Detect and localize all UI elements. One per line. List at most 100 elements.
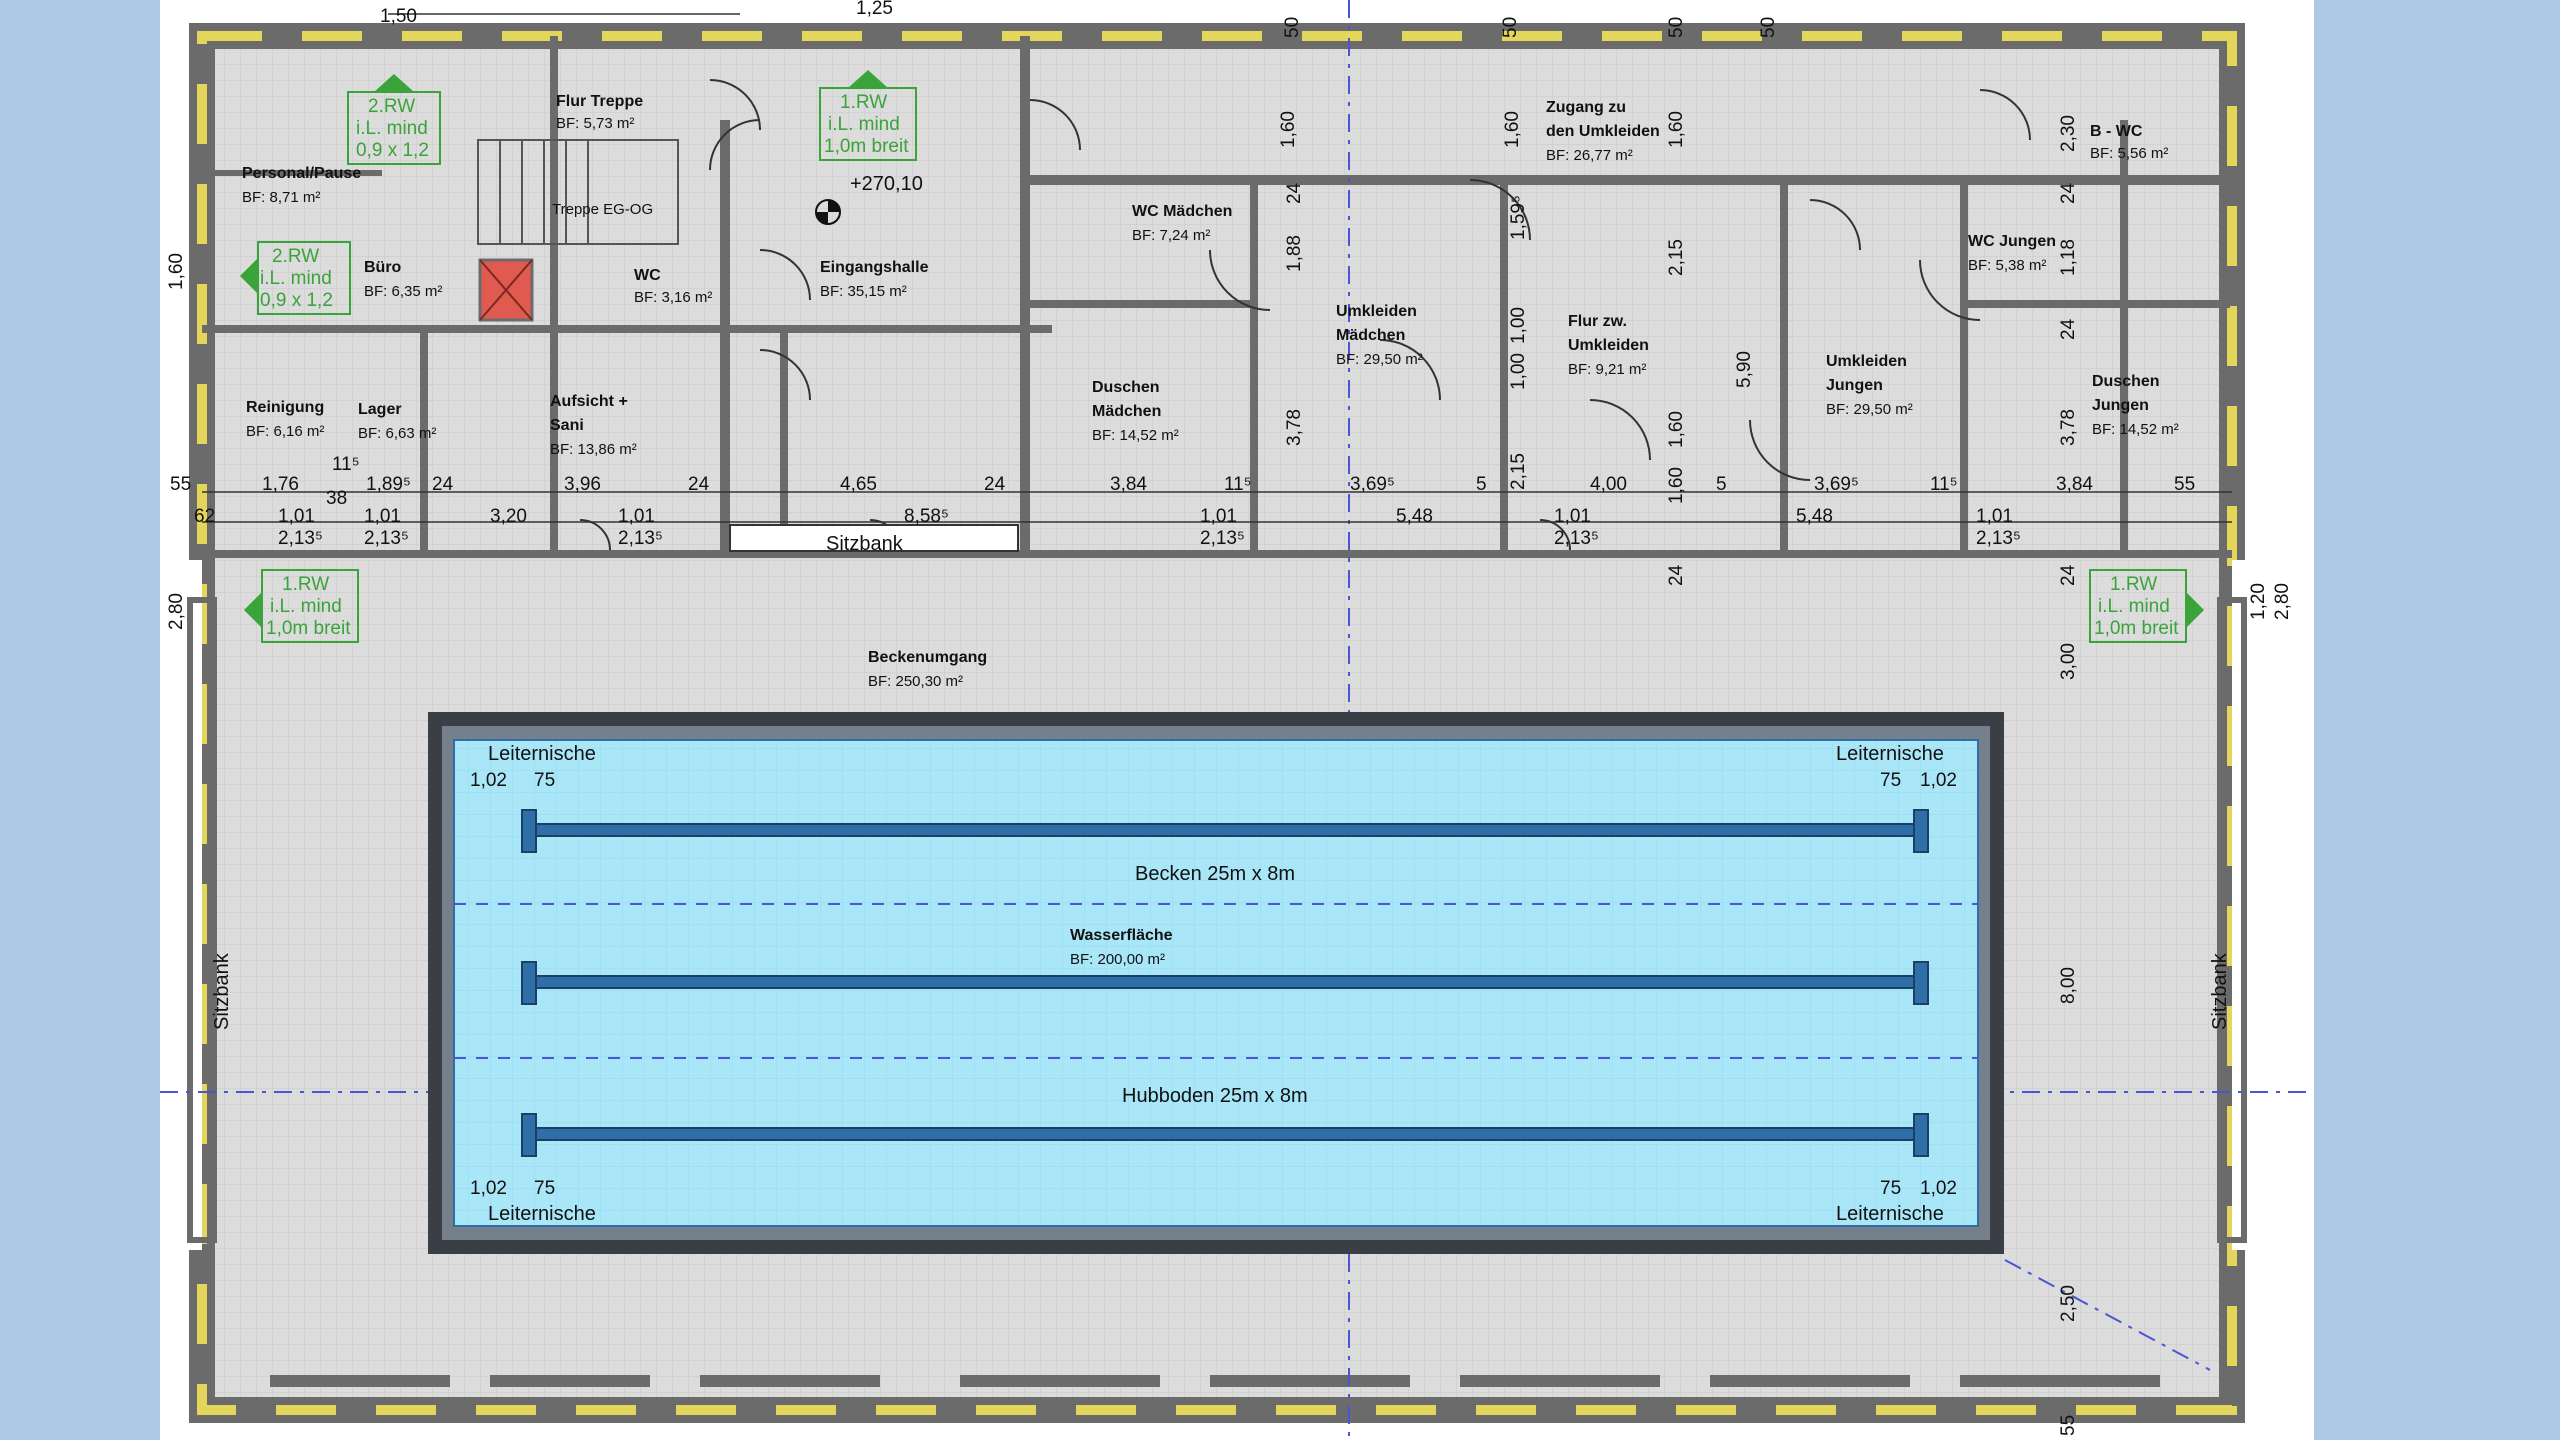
dimension: 2,13⁵ bbox=[1554, 528, 1599, 549]
dimension: 2,50 bbox=[2058, 1285, 2079, 1322]
dimension: 8,00 bbox=[2058, 967, 2079, 1004]
room-name: Personal/Pause bbox=[242, 165, 361, 182]
room-area: BF: 9,21 m² bbox=[1568, 361, 1646, 378]
dimension: 1,00 bbox=[1508, 307, 1529, 344]
dimension: 1,01 bbox=[1976, 506, 2013, 527]
svg-text:i.L. mind: i.L. mind bbox=[828, 114, 900, 135]
niche-dimension: 75 bbox=[1880, 1178, 1901, 1199]
room-name: Mädchen bbox=[1336, 327, 1405, 344]
room-name: Flur zw. bbox=[1568, 313, 1627, 330]
dimension: 24 bbox=[984, 474, 1006, 495]
svg-text:2.RW: 2.RW bbox=[368, 96, 415, 117]
dimension: 11⁵ bbox=[1224, 474, 1252, 495]
dimension: 24 bbox=[2058, 564, 2079, 586]
dimension: 3,84 bbox=[1110, 474, 1147, 495]
dimension: 1,60 bbox=[1666, 111, 1687, 148]
dimension: 8,58⁵ bbox=[904, 506, 949, 527]
svg-text:1,0m breit: 1,0m breit bbox=[266, 618, 351, 639]
dimension: 2,30 bbox=[2058, 115, 2079, 152]
room-area: BF: 6,35 m² bbox=[364, 283, 442, 300]
room-name: Flur Treppe bbox=[556, 93, 643, 110]
dimension: 55 bbox=[170, 474, 191, 495]
room-name: Mädchen bbox=[1092, 403, 1161, 420]
ladder-niche-label: Leiternische bbox=[488, 743, 596, 765]
dimension: 1,01 bbox=[618, 506, 655, 527]
dimension: 5 bbox=[1716, 474, 1727, 495]
dimension: 1,18 bbox=[2058, 239, 2079, 276]
room-area: BF: 5,38 m² bbox=[1968, 257, 2046, 274]
svg-text:2.RW: 2.RW bbox=[272, 246, 319, 267]
room-name: Aufsicht + bbox=[550, 393, 628, 410]
dimension: 1,01 bbox=[278, 506, 315, 527]
dimension: 3,78 bbox=[1284, 409, 1305, 446]
room-name: Lager bbox=[358, 401, 402, 418]
dimension: 2,80 bbox=[2272, 583, 2293, 620]
dimension: 1,20 bbox=[2248, 583, 2269, 620]
dimension: 11⁵ bbox=[1930, 474, 1958, 495]
floor-plan-svg: Personal/Pause BF: 8,71 m² Flur Treppe B… bbox=[160, 0, 2314, 1440]
dimension: 1,01 bbox=[1554, 506, 1591, 527]
dimension: 3,69⁵ bbox=[1350, 474, 1395, 495]
dimension: 1,00 bbox=[1508, 353, 1529, 390]
dimension: 55 bbox=[2174, 474, 2195, 495]
dimension: 1,60 bbox=[1502, 111, 1523, 148]
dimension: 24 bbox=[1666, 564, 1687, 586]
dimension: 1,25 bbox=[856, 0, 893, 19]
dimension: 1,50 bbox=[380, 6, 417, 27]
dimension: 1,60 bbox=[1666, 411, 1687, 448]
room-area: BF: 3,16 m² bbox=[634, 289, 712, 306]
room-area: BF: 5,56 m² bbox=[2090, 145, 2168, 162]
room-area: BF: 7,24 m² bbox=[1132, 227, 1210, 244]
room-name: Jungen bbox=[1826, 377, 1883, 394]
svg-text:1.RW: 1.RW bbox=[2110, 574, 2157, 595]
dimension: 2,13⁵ bbox=[1200, 528, 1245, 549]
niche-dimension: 75 bbox=[534, 770, 555, 791]
dimension: 2,13⁵ bbox=[364, 528, 409, 549]
room-area: BF: 29,50 m² bbox=[1826, 401, 1913, 418]
dimension: 1,76 bbox=[262, 474, 299, 495]
bench-label: Sitzbank bbox=[826, 533, 904, 555]
dimension: 3,96 bbox=[564, 474, 601, 495]
room-name: B - WC bbox=[2090, 123, 2143, 140]
dimension: 50 bbox=[1758, 17, 1779, 38]
room-name: Duschen bbox=[1092, 379, 1160, 396]
dimension: 50 bbox=[1282, 17, 1303, 38]
dimension: 1,59⁵ bbox=[1508, 195, 1529, 240]
svg-text:0,9 x 1,2: 0,9 x 1,2 bbox=[260, 290, 333, 311]
room-name: den Umkleiden bbox=[1546, 123, 1660, 140]
niche-dimension: 75 bbox=[534, 1178, 555, 1199]
dimension: 4,00 bbox=[1590, 474, 1627, 495]
dimension: 24 bbox=[1284, 182, 1305, 204]
dimension: 62 bbox=[194, 506, 215, 527]
ladder-niche-label: Leiternische bbox=[488, 1203, 596, 1225]
ladder-niche-label: Leiternische bbox=[1836, 1203, 1944, 1225]
room-name: Jungen bbox=[2092, 397, 2149, 414]
dimension: 1,01 bbox=[364, 506, 401, 527]
room-name: Umkleiden bbox=[1336, 303, 1417, 320]
bench-label: Sitzbank bbox=[2209, 952, 2231, 1030]
dimension: 1,60 bbox=[166, 253, 187, 290]
dimension: 50 bbox=[1666, 17, 1687, 38]
dimension: 2,80 bbox=[166, 593, 187, 630]
niche-dimension: 1,02 bbox=[470, 1178, 507, 1199]
niche-dimension: 75 bbox=[1880, 770, 1901, 791]
room-area: BF: 14,52 m² bbox=[2092, 421, 2179, 438]
svg-text:0,9 x 1,2: 0,9 x 1,2 bbox=[356, 140, 429, 161]
room-name: WC bbox=[634, 267, 661, 284]
dimension: 3,69⁵ bbox=[1814, 474, 1859, 495]
room-name: WC Mädchen bbox=[1132, 203, 1232, 220]
dimension: 1,60 bbox=[1278, 111, 1299, 148]
dimension: 5,48 bbox=[1396, 506, 1433, 527]
dimension: 24 bbox=[2058, 182, 2079, 204]
dimension: 3,78 bbox=[2058, 409, 2079, 446]
svg-text:1,0m breit: 1,0m breit bbox=[2094, 618, 2179, 639]
room-name: Sani bbox=[550, 417, 584, 434]
dimension: 2,13⁵ bbox=[618, 528, 663, 549]
svg-text:1,0m breit: 1,0m breit bbox=[824, 136, 909, 157]
dimension: 1,01 bbox=[1200, 506, 1237, 527]
room-area: BF: 26,77 m² bbox=[1546, 147, 1633, 164]
room-area: BF: 14,52 m² bbox=[1092, 427, 1179, 444]
dimension: 38 bbox=[326, 488, 347, 509]
niche-dimension: 1,02 bbox=[1920, 1178, 1957, 1199]
room-area: BF: 35,15 m² bbox=[820, 283, 907, 300]
